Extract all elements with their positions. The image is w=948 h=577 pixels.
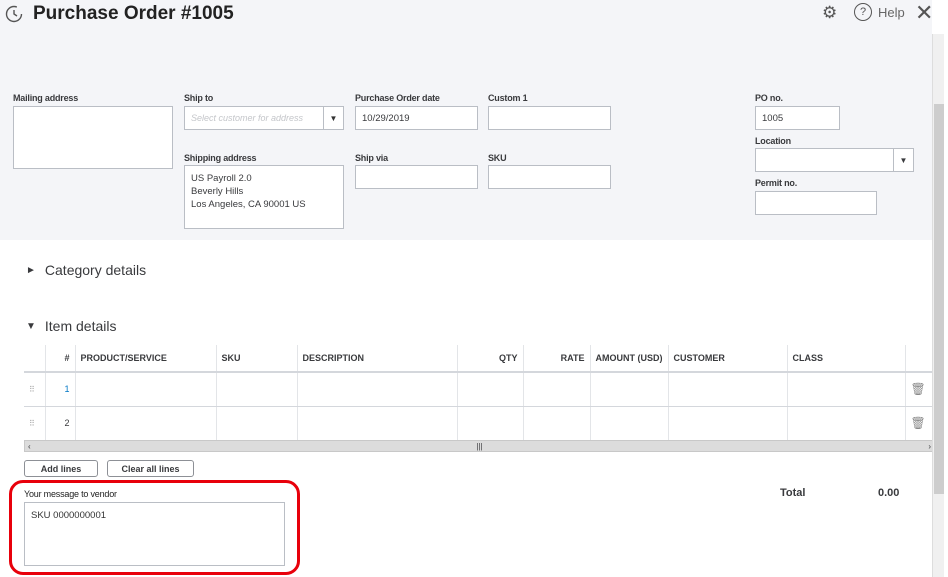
qty-cell[interactable] xyxy=(456,406,523,441)
po-no-field[interactable]: 1005 xyxy=(755,106,840,130)
col-product: PRODUCT/SERVICE xyxy=(74,345,216,373)
help-icon[interactable]: ? xyxy=(854,3,872,21)
gear-icon[interactable]: ⚙ xyxy=(822,3,837,23)
message-label: Your message to vendor xyxy=(24,489,117,499)
col-sku: SKU xyxy=(215,345,297,373)
po-date-label: Purchase Order date xyxy=(355,93,440,103)
amount-cell[interactable] xyxy=(589,372,668,407)
drag-handle-icon[interactable]: ⠿ xyxy=(24,406,45,441)
ship-via-field[interactable] xyxy=(355,165,478,189)
rate-cell[interactable] xyxy=(522,406,590,441)
ship-to-placeholder: Select customer for address xyxy=(191,113,304,123)
rate-cell[interactable] xyxy=(522,372,590,407)
vertical-scrollbar[interactable] xyxy=(932,34,944,577)
description-cell[interactable] xyxy=(296,406,457,441)
close-icon[interactable]: ✕ xyxy=(915,0,933,26)
class-cell[interactable] xyxy=(786,372,905,407)
help-link[interactable]: Help xyxy=(878,5,905,20)
location-label: Location xyxy=(755,136,791,146)
col-amount: AMOUNT (USD) xyxy=(589,345,668,373)
category-details-label: Category details xyxy=(44,262,147,278)
page-title: Purchase Order #1005 xyxy=(33,3,234,24)
permit-no-field[interactable] xyxy=(755,191,877,215)
caret-right-icon: ► xyxy=(26,264,36,276)
po-no-label: PO no. xyxy=(755,93,783,103)
sku-cell[interactable] xyxy=(215,406,297,441)
sku-field[interactable] xyxy=(488,165,611,189)
qty-cell[interactable] xyxy=(456,372,523,407)
location-select[interactable]: ▼ xyxy=(755,148,914,172)
row-number: 1 xyxy=(44,372,75,407)
col-number: # xyxy=(44,345,75,373)
sku-cell[interactable] xyxy=(215,372,297,407)
class-cell[interactable] xyxy=(786,406,905,441)
mailing-address-field[interactable] xyxy=(13,106,173,169)
table-row[interactable]: ⠿ 2 🗑 xyxy=(24,406,935,441)
item-details-label: Item details xyxy=(44,318,117,334)
custom1-field[interactable] xyxy=(488,106,611,130)
po-date-field[interactable]: 10/29/2019 xyxy=(355,106,478,130)
trash-icon[interactable]: 🗑 xyxy=(904,372,935,407)
item-table: # PRODUCT/SERVICE SKU DESCRIPTION QTY RA… xyxy=(24,345,935,441)
sku-label: SKU xyxy=(488,153,507,163)
add-lines-button[interactable]: Add lines xyxy=(24,460,98,477)
table-header: # PRODUCT/SERVICE SKU DESCRIPTION QTY RA… xyxy=(24,345,935,373)
total-label: Total xyxy=(780,487,806,499)
category-details-toggle[interactable]: ► Category details xyxy=(26,262,146,278)
col-customer: CUSTOMER xyxy=(667,345,787,373)
col-description: DESCRIPTION xyxy=(296,345,457,373)
customer-cell[interactable] xyxy=(667,406,787,441)
message-value: SKU 0000000001 xyxy=(31,510,107,521)
horizontal-scrollbar[interactable]: ‹ ||| › xyxy=(24,440,935,452)
total-value: 0.00 xyxy=(878,487,900,499)
col-qty: QTY xyxy=(456,345,523,373)
product-cell[interactable] xyxy=(74,372,216,407)
col-class: CLASS xyxy=(786,345,905,373)
ship-to-select[interactable]: Select customer for address ▼ xyxy=(184,106,344,130)
row-number: 2 xyxy=(44,406,75,441)
drag-handle-icon[interactable]: ⠿ xyxy=(24,372,45,407)
history-icon[interactable] xyxy=(4,4,24,24)
scrollbar-thumb[interactable] xyxy=(934,104,944,494)
shipping-address-label: Shipping address xyxy=(184,153,257,163)
amount-cell[interactable] xyxy=(589,406,668,441)
mailing-address-label: Mailing address xyxy=(13,93,79,103)
ship-via-label: Ship via xyxy=(355,153,388,163)
clear-all-lines-button[interactable]: Clear all lines xyxy=(107,460,194,477)
ship-to-label: Ship to xyxy=(184,93,214,103)
caret-down-icon: ▼ xyxy=(26,320,36,332)
trash-icon[interactable]: 🗑 xyxy=(904,406,935,441)
product-cell[interactable] xyxy=(74,406,216,441)
table-row[interactable]: ⠿ 1 🗑 xyxy=(24,372,935,407)
chevron-down-icon[interactable]: ▼ xyxy=(323,107,343,129)
permit-label: Permit no. xyxy=(755,178,798,188)
customer-cell[interactable] xyxy=(667,372,787,407)
chevron-down-icon[interactable]: ▼ xyxy=(893,149,913,171)
col-rate: RATE xyxy=(522,345,590,373)
message-to-vendor-field[interactable]: SKU 0000000001 xyxy=(24,502,285,566)
description-cell[interactable] xyxy=(296,372,457,407)
shipping-address-field[interactable]: US Payroll 2.0 Beverly Hills Los Angeles… xyxy=(184,165,344,229)
item-details-toggle[interactable]: ▼ Item details xyxy=(26,318,117,334)
custom1-label: Custom 1 xyxy=(488,93,528,103)
